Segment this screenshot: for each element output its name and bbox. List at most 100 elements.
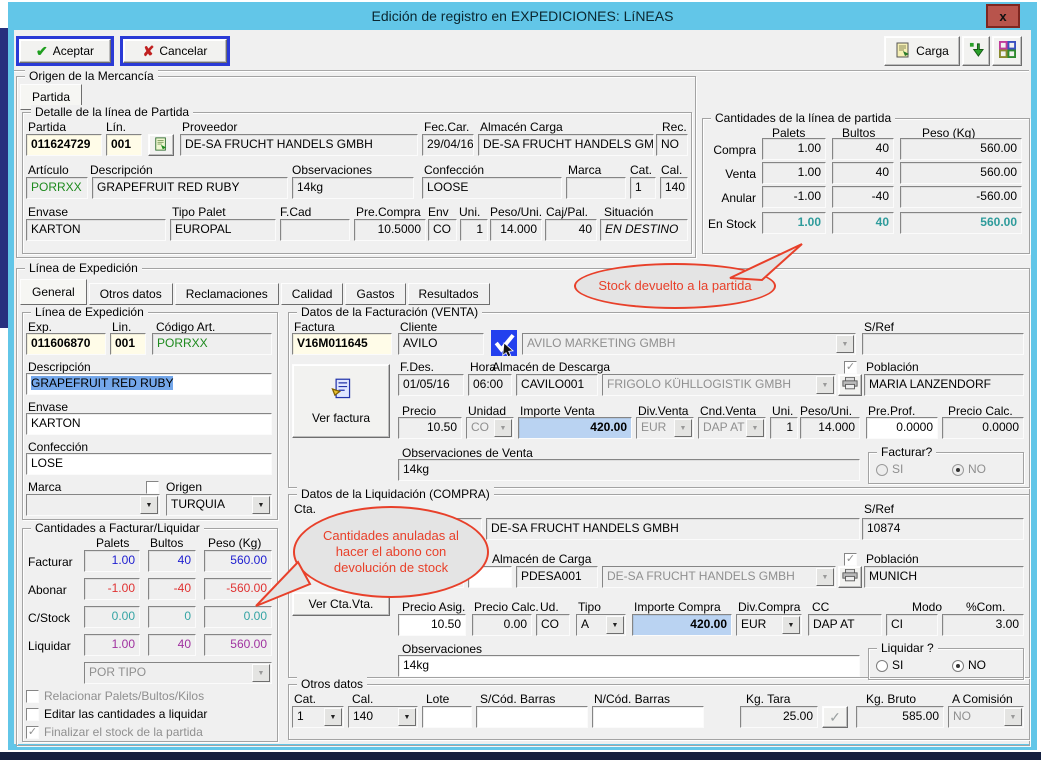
field-f-cad [280,219,350,241]
marca-checkbox[interactable] [146,481,159,494]
cfl-cstock-palets: 0.00 [84,606,140,628]
field-exp[interactable]: 011606870 [26,333,106,355]
label-obs-venta: Observaciones de Venta [402,446,533,460]
marca-dropdown[interactable]: ▼ [26,494,160,516]
field-pre-compra: 10.5000 [354,219,426,241]
field-ln-confeccion[interactable]: LOSE [26,453,272,475]
label-lote: Lote [426,692,449,706]
cfl-abonar-palets: -1.00 [84,578,140,600]
origen-dropdown[interactable]: TURQUIA ▼ [166,494,272,516]
tab-reclamaciones[interactable]: Reclamaciones [175,283,279,305]
editar-cantidades-label[interactable]: Editar las cantidades a liquidar [44,707,207,721]
field-pre-prof[interactable]: 0.0000 [866,417,938,439]
callout-abono-text: Cantidades anuladas al hacer el abono co… [309,528,473,577]
label-lin: Lín. [106,120,126,134]
venta-print-button[interactable] [838,374,862,396]
field-factura[interactable]: V16M011645 [292,333,392,355]
ver-factura-label: Ver factura [312,411,370,425]
export-arrow-button[interactable] [962,36,990,66]
compra-print-button[interactable] [838,566,862,588]
tab-partida-label: Partida [32,90,70,104]
field-nbar[interactable] [592,706,704,728]
cp-row-enstock: En Stock [694,217,756,231]
field-partida-lin[interactable]: 001 [106,134,142,156]
label-proveedor: Proveedor [182,120,237,134]
field-partida[interactable]: 011624729 [26,134,102,156]
label-nbar: N/Cód. Barras [594,692,670,706]
liquidar-si-radio[interactable] [876,660,888,672]
label-kg-bruto: Kg. Bruto [866,692,916,706]
cfl-col-bultos: Bultos [150,536,183,550]
cfl-row-abonar: Abonar [28,583,67,597]
cfl-row-facturar: Facturar [28,555,73,569]
cp-anular-palets: -1.00 [762,186,826,208]
tab-calidad[interactable]: Calidad [281,283,344,305]
unidad-dropdown: CO ▼ [466,417,514,439]
field-cat: 1 [630,177,656,199]
tab-gastos[interactable]: Gastos [345,283,405,305]
tara-check-icon: ✓ [829,709,841,726]
field-precio-asig[interactable]: 10.50 [398,614,466,636]
modo-liquidar-dropdown: POR TIPO ▼ [84,662,272,684]
partida-doc-button[interactable] [148,134,174,156]
label-marca: Marca [568,163,601,177]
label-tipo: Tipo [578,600,601,614]
chevron-down-icon[interactable]: ▼ [252,496,270,514]
cliente-name-dropdown: AVILO MARKETING GMBH ▼ [522,333,856,355]
field-uni: 1 [460,219,488,241]
field-almacen-descarga-code: CAVILO001 [516,374,598,396]
otros-cal-dropdown[interactable]: 140 ▼ [348,706,418,728]
chevron-down-icon[interactable]: ▼ [398,708,416,726]
liquidar-no-label[interactable]: NO [968,658,986,672]
label-a-comision: A Comisión [952,692,1013,706]
chevron-down-icon[interactable]: ▼ [140,496,158,514]
cliente-check-cursor-icon[interactable] [490,330,518,356]
tab-otros-datos[interactable]: Otros datos [89,283,173,305]
close-icon: x [999,9,1006,24]
label-com: %Com. [966,600,1005,614]
field-ln-lin[interactable]: 001 [110,333,146,355]
cp-compra-bultos: 40 [832,138,894,160]
label-almacen-carga2: Almacén de Carga [492,552,591,566]
ver-factura-button[interactable]: Ver factura [292,364,390,438]
label-cliente: Cliente [400,320,437,334]
chevron-down-icon: ▼ [746,419,764,437]
cancel-button[interactable]: ✘ Cancelar [120,36,230,66]
chevron-down-icon[interactable]: ▼ [324,708,342,726]
carga-button[interactable]: Carga [884,36,960,66]
facturar-si-label: SI [892,462,903,476]
tara-check-button[interactable]: ✓ [822,706,848,728]
compra-group-title: Datos de la Liquidación (COMPRA) [297,487,494,501]
checkbox-check-icon: ✓ [28,726,37,738]
liquidar-si-label[interactable]: SI [892,658,903,672]
field-ln-descripcion[interactable]: GRAPEFRUIT RED RUBY [26,373,272,395]
doc-pencil-icon [154,136,168,155]
editar-cantidades-checkbox[interactable] [26,708,39,721]
almacen-descarga-value: FRIGOLO KÜHLLOGISTIK GMBH [607,377,791,391]
tab-resultados-label: Resultados [419,287,479,301]
tab-resultados[interactable]: Resultados [408,283,490,305]
liquidar-group-title: Liquidar ? [877,641,938,655]
ver-cta-vta-label: Ver Cta.Vta. [309,597,374,611]
field-venta-poblacion: MARIA LANZENDORF [864,374,1024,396]
screen: Edición de registro en EXPEDICIONES: LíN… [0,0,1041,760]
tipo-dropdown[interactable]: A ▼ [576,614,626,636]
field-sbar[interactable] [476,706,588,728]
chevron-down-icon[interactable]: ▼ [782,616,800,634]
close-button[interactable]: x [986,4,1020,28]
tab-general[interactable]: General [20,279,87,305]
windows-grid-button[interactable] [992,36,1022,66]
facturar-group-title: Facturar? [877,445,936,459]
field-compra-obs[interactable]: 14kg [398,655,860,677]
field-ln-envase[interactable]: KARTON [26,413,272,435]
cp-enstock-palets: 1.00 [762,212,826,234]
liquidar-no-radio[interactable] [952,660,964,672]
cp-row-anular: Anular [694,191,756,205]
div-compra-dropdown[interactable]: EUR ▼ [736,614,802,636]
otros-cat-dropdown[interactable]: 1 ▼ [292,706,344,728]
chevron-down-icon[interactable]: ▼ [606,616,624,634]
accept-button[interactable]: ✔ Aceptar [16,36,114,66]
div-venta-value: EUR [641,420,666,434]
field-env: CO [428,219,457,241]
field-lote[interactable] [422,706,472,728]
